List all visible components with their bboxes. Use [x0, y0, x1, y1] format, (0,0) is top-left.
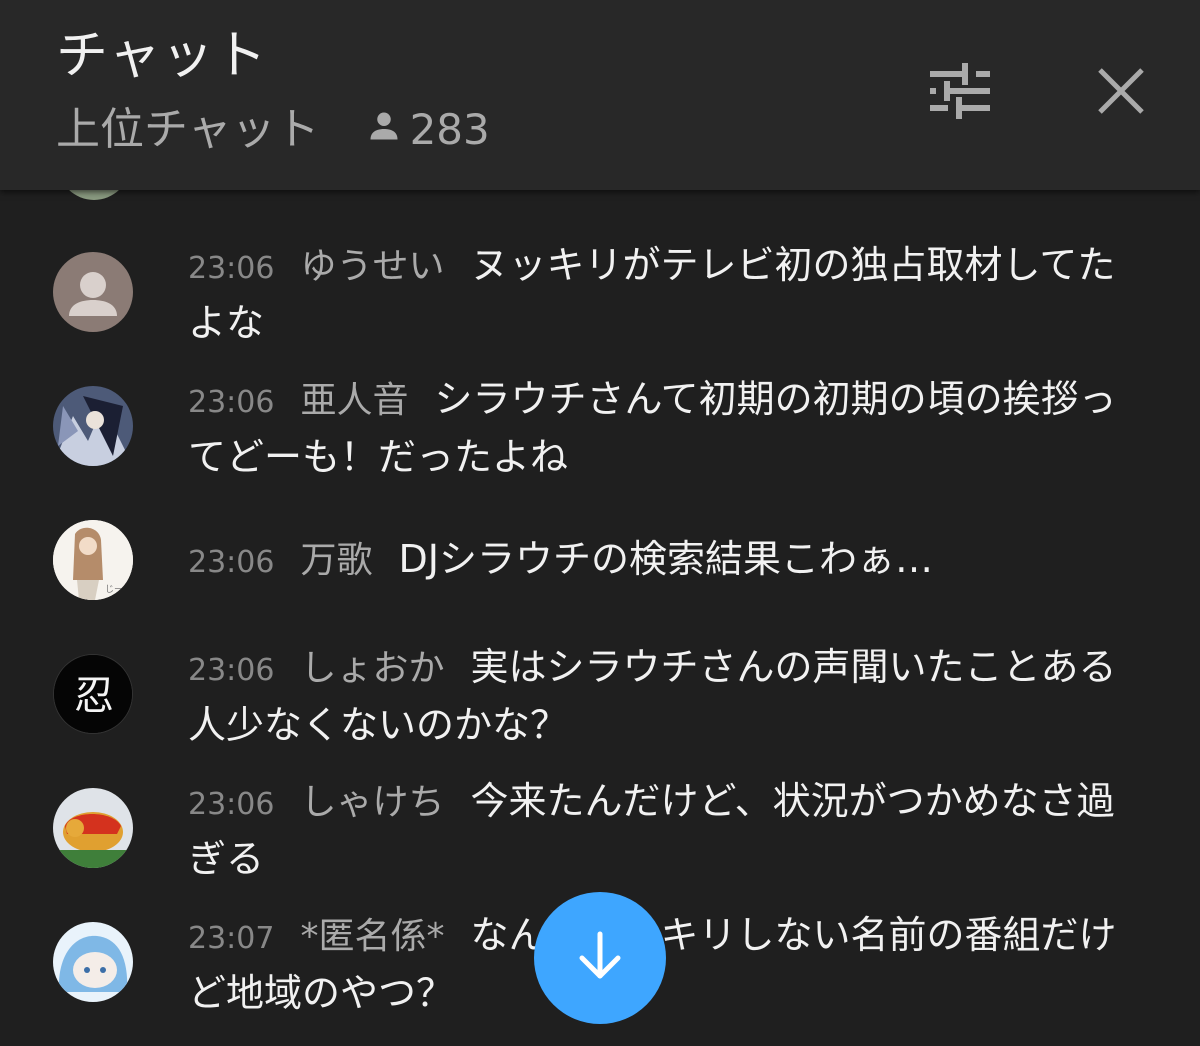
message-author[interactable]: ゆうせい [300, 246, 444, 287]
message-body: 23:06 万歌 DJシラウチの検索結果こわぁ… [188, 532, 1138, 590]
chat-title: チャット [56, 26, 268, 86]
figure-avatar[interactable] [53, 788, 133, 868]
arrow-down-icon [570, 926, 630, 990]
live-chat-panel: チャット 上位チャット 283 23:06 ゆうせい ヌッキリがテレビ初の独占取… [0, 0, 1200, 1046]
filter-button[interactable] [920, 58, 1000, 128]
viewer-count-value: 283 [409, 105, 490, 154]
person-icon [366, 100, 402, 160]
blue-character-avatar[interactable] [53, 922, 133, 1002]
message-timestamp: 23:06 [188, 385, 275, 420]
message-timestamp: 23:06 [188, 251, 275, 286]
message-text: DJシラウチの検索結果こわぁ… [398, 537, 933, 581]
close-button[interactable] [1086, 58, 1156, 128]
viewer-count: 283 [366, 100, 490, 160]
message-timestamp: 23:06 [188, 787, 275, 822]
avatar-kanji: 忍 [74, 673, 114, 719]
message-author[interactable]: しゃけち [300, 782, 444, 823]
message-author[interactable]: 万歌 [300, 540, 372, 581]
message-body: 23:06 ゆうせい ヌッキリがテレビ初の独占取材してたよな [188, 238, 1138, 350]
message-timestamp: 23:06 [188, 545, 275, 580]
chat-mode-selector[interactable]: 上位チャット 283 [56, 100, 490, 160]
sliders-icon [928, 63, 992, 123]
scroll-to-bottom-button[interactable] [534, 892, 666, 1024]
message-body: 23:06 しょおか 実はシラウチさんの声聞いたことある人少なくないのかな？ [188, 640, 1138, 752]
message-timestamp: 23:06 [188, 653, 275, 688]
anime-avatar[interactable] [53, 386, 133, 466]
message-author[interactable]: しょおか [300, 648, 444, 689]
chat-mode-label: 上位チャット [56, 104, 320, 155]
close-icon [1096, 66, 1146, 120]
kanji-avatar[interactable]: 忍 [53, 654, 133, 734]
illustration-avatar[interactable]: じー [53, 520, 133, 600]
default-avatar-icon[interactable] [53, 252, 133, 332]
chat-header: チャット 上位チャット 283 [0, 0, 1200, 190]
message-timestamp: 23:07 [188, 921, 275, 956]
svg-text:じー: じー [105, 584, 123, 595]
message-author[interactable]: 亜人音 [300, 380, 408, 421]
message-body: 23:06 しゃけち 今来たんだけど、状況がつかめなさ過ぎる [188, 774, 1138, 886]
message-body: 23:06 亜人音 シラウチさんて初期の初期の頃の挨拶ってどーも！だったよね [188, 372, 1138, 484]
message-author[interactable]: *匿名係* [300, 916, 444, 957]
